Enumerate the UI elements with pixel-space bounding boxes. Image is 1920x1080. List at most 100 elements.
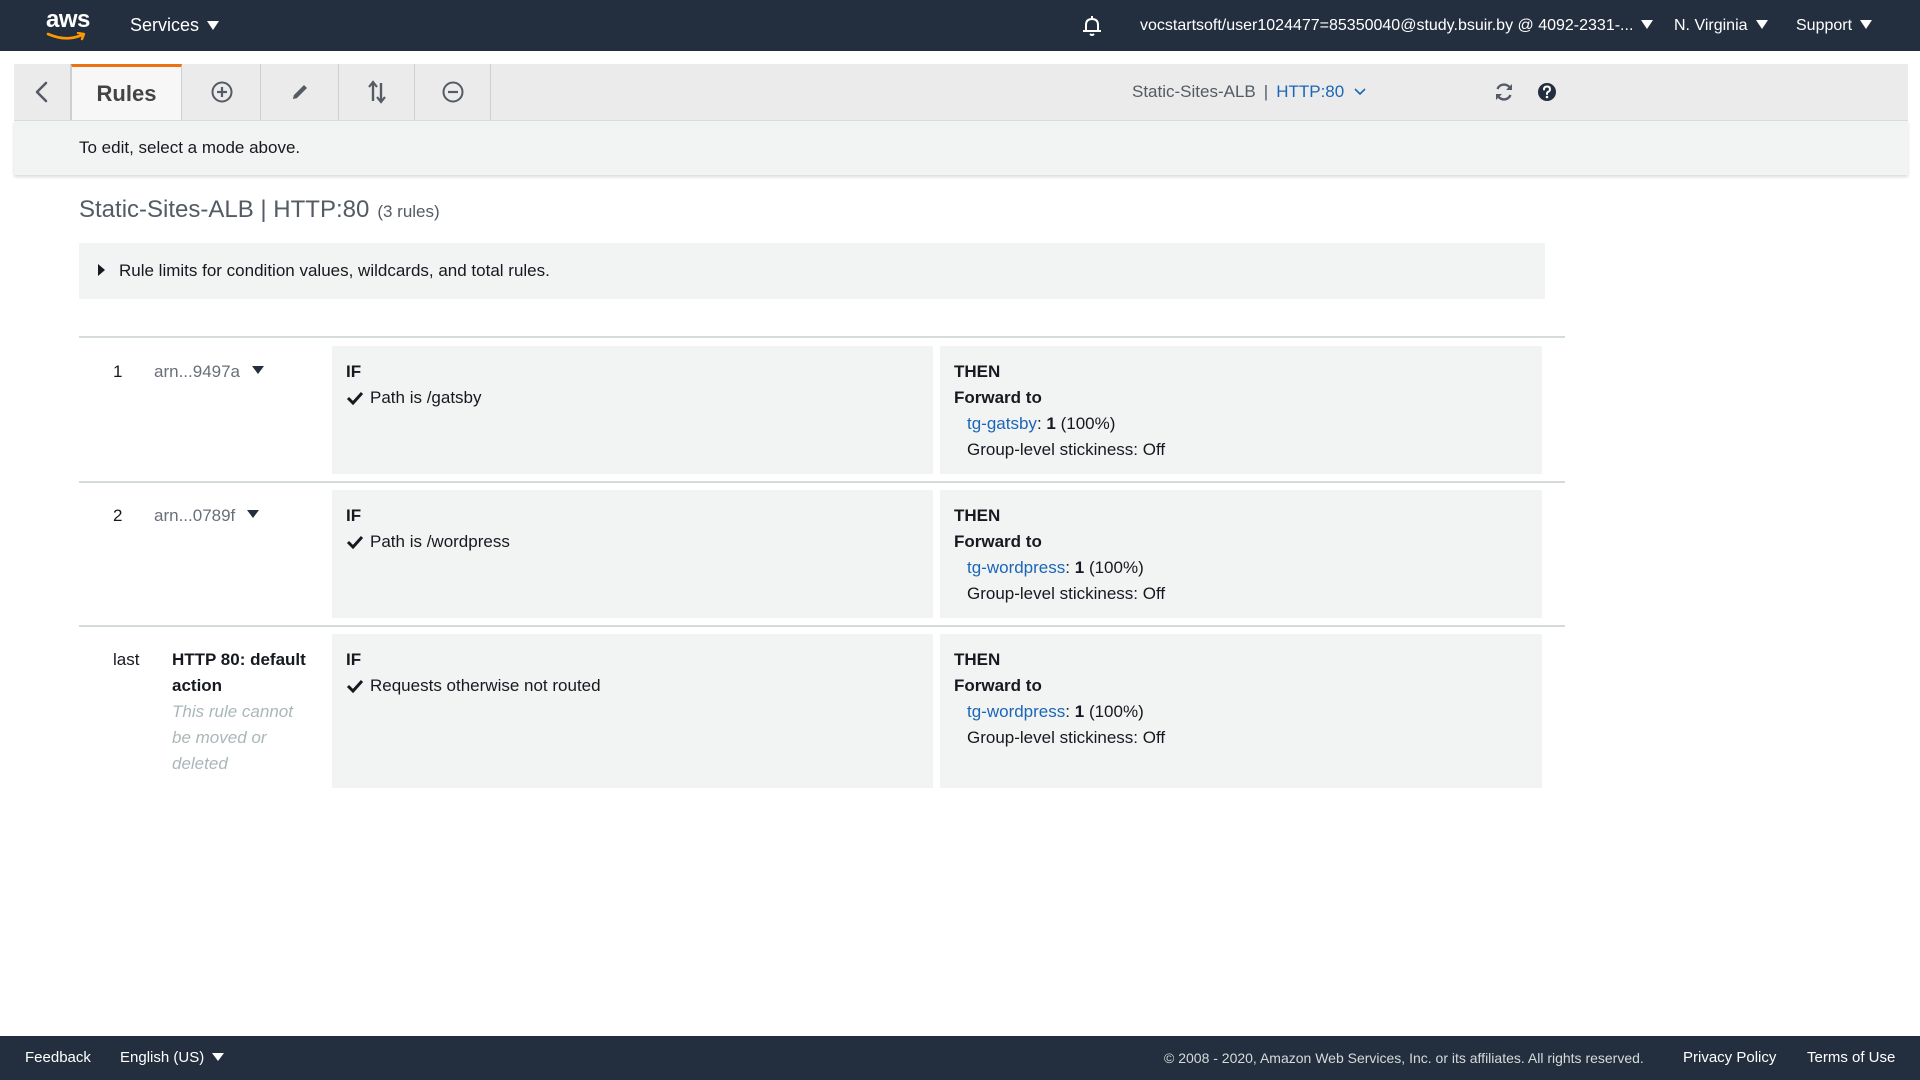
stickiness-status: Group-level stickiness: Off bbox=[967, 728, 1166, 747]
then-label: THEN bbox=[954, 362, 1001, 381]
forward-target: tg-gatsby: 1 (100%) bbox=[967, 414, 1115, 434]
rule-priority: 1 bbox=[113, 362, 123, 381]
pencil-icon bbox=[293, 85, 307, 99]
account-menu[interactable]: vocstartsoft/user1024477=85350040@study.… bbox=[1140, 0, 1654, 51]
help-icon bbox=[1538, 83, 1556, 101]
context-separator: | bbox=[1263, 82, 1269, 101]
remove-circle-icon bbox=[442, 81, 464, 103]
target-percent: (100%) bbox=[1060, 414, 1116, 433]
help-button[interactable] bbox=[1535, 80, 1559, 104]
rule-count: (3 rules) bbox=[377, 202, 440, 221]
page-title-text: Static-Sites-ALB | HTTP:80 bbox=[79, 196, 370, 223]
notifications-button[interactable] bbox=[1080, 0, 1104, 51]
rule-divider bbox=[79, 625, 1565, 627]
target-group-link[interactable]: tg-wordpress bbox=[967, 558, 1065, 577]
caret-down-icon bbox=[1755, 20, 1768, 30]
rule-limits-expander[interactable]: Rule limits for condition values, wildca… bbox=[79, 243, 1545, 299]
caret-down-icon bbox=[252, 365, 265, 374]
rule-actions: THEN Forward to tg-wordpress: 1 (100%) G… bbox=[940, 490, 1542, 618]
reorder-rules-button[interactable] bbox=[340, 64, 415, 120]
aws-logo[interactable]: aws bbox=[46, 6, 90, 42]
target-weight: 1 bbox=[1046, 414, 1056, 433]
weight-separator: : bbox=[1065, 702, 1070, 721]
if-label: IF bbox=[346, 650, 362, 669]
rules-toolbar: Rules Static-Sites-ALB | HTTP:80 bbox=[14, 64, 1908, 121]
action-type: Forward to bbox=[954, 388, 1042, 407]
then-label: THEN bbox=[954, 506, 1001, 525]
copyright-text: © 2008 - 2020, Amazon Web Services, Inc.… bbox=[1164, 1050, 1644, 1066]
page-title: Static-Sites-ALB | HTTP:80 (3 rules) bbox=[79, 196, 440, 224]
rule-arn: arn...9497a bbox=[154, 362, 241, 381]
checkmark-icon bbox=[346, 391, 364, 405]
action-type: Forward to bbox=[954, 676, 1042, 695]
edit-mode-hint: To edit, select a mode above. bbox=[14, 121, 1908, 175]
rule-arn-selector[interactable]: arn...9497a bbox=[154, 362, 265, 382]
stickiness-status: Group-level stickiness: Off bbox=[967, 584, 1166, 603]
rule-limits-label: Rule limits for condition values, wildca… bbox=[119, 261, 550, 280]
delete-rules-button[interactable] bbox=[416, 64, 491, 120]
region-menu[interactable]: N. Virginia bbox=[1674, 0, 1768, 51]
edit-rules-button[interactable] bbox=[262, 64, 339, 120]
rule-conditions: IF Requests otherwise not routed bbox=[332, 634, 933, 788]
weight-separator: : bbox=[1065, 558, 1070, 577]
rule-divider bbox=[79, 336, 1565, 338]
action-type: Forward to bbox=[954, 532, 1042, 551]
terms-of-use-link[interactable]: Terms of Use bbox=[1807, 1036, 1895, 1080]
caret-down-icon bbox=[1860, 20, 1873, 30]
caret-down-icon bbox=[247, 509, 260, 518]
condition-text: Path is /gatsby bbox=[370, 388, 482, 407]
target-group-link[interactable]: tg-gatsby bbox=[967, 414, 1037, 433]
listener-context: Static-Sites-ALB | HTTP:80 bbox=[1132, 64, 1367, 120]
rule-priority: last bbox=[113, 650, 140, 669]
listener-selector[interactable]: HTTP:80 bbox=[1276, 82, 1367, 101]
target-percent: (100%) bbox=[1088, 558, 1144, 577]
condition-text: Requests otherwise not routed bbox=[370, 676, 601, 695]
rule-divider bbox=[79, 481, 1565, 483]
target-weight: 1 bbox=[1074, 558, 1085, 577]
load-balancer-name: Static-Sites-ALB bbox=[1132, 82, 1256, 101]
footer: Feedback English (US) © 2008 - 2020, Ama… bbox=[0, 1036, 1920, 1080]
language-selector[interactable]: English (US) bbox=[120, 1036, 225, 1080]
rule-conditions: IF Path is /gatsby bbox=[332, 346, 933, 474]
support-label: Support bbox=[1796, 17, 1853, 34]
region-label: N. Virginia bbox=[1674, 17, 1748, 34]
add-rule-button[interactable] bbox=[184, 64, 261, 120]
privacy-policy-link[interactable]: Privacy Policy bbox=[1683, 1036, 1776, 1080]
caret-right-icon bbox=[98, 264, 105, 276]
tab-rules[interactable]: Rules bbox=[71, 64, 182, 120]
services-menu[interactable]: Services bbox=[130, 0, 220, 51]
support-menu[interactable]: Support bbox=[1796, 0, 1873, 51]
refresh-icon bbox=[1496, 83, 1512, 101]
rule-condition: Path is /wordpress bbox=[346, 532, 510, 552]
back-button[interactable] bbox=[14, 64, 71, 120]
language-label: English (US) bbox=[120, 1049, 205, 1066]
feedback-link[interactable]: Feedback bbox=[25, 1036, 91, 1080]
reorder-arrows-icon bbox=[368, 80, 386, 104]
bell-icon bbox=[1083, 16, 1101, 36]
rule-condition: Path is /gatsby bbox=[346, 388, 482, 408]
weight-separator: : bbox=[1036, 414, 1042, 433]
top-navigation: aws Services vocstartsoft/user1024477=85… bbox=[0, 0, 1920, 51]
listener-label: HTTP:80 bbox=[1276, 82, 1345, 101]
target-group-link[interactable]: tg-wordpress bbox=[967, 702, 1065, 721]
checkmark-icon bbox=[346, 679, 364, 693]
target-percent: (100%) bbox=[1088, 702, 1144, 721]
rule-arn-selector[interactable]: arn...0789f bbox=[154, 506, 260, 526]
caret-down-icon bbox=[212, 1053, 225, 1062]
checkmark-icon bbox=[346, 535, 364, 549]
target-weight: 1 bbox=[1074, 702, 1085, 721]
default-rule-name: HTTP 80: default action bbox=[172, 650, 306, 695]
caret-down-icon bbox=[1641, 20, 1654, 30]
stickiness-status: Group-level stickiness: Off bbox=[967, 440, 1166, 459]
refresh-button[interactable] bbox=[1492, 80, 1516, 104]
rule-condition: Requests otherwise not routed bbox=[346, 676, 601, 696]
default-rule-note: This rule cannot be moved or deleted bbox=[172, 702, 293, 773]
forward-target: tg-wordpress: 1 (100%) bbox=[967, 702, 1144, 722]
back-chevron-icon bbox=[35, 81, 48, 103]
forward-target: tg-wordpress: 1 (100%) bbox=[967, 558, 1144, 578]
rule-actions: THEN Forward to tg-gatsby: 1 (100%) Grou… bbox=[940, 346, 1542, 474]
rule-actions: THEN Forward to tg-wordpress: 1 (100%) G… bbox=[940, 634, 1542, 788]
condition-text: Path is /wordpress bbox=[370, 532, 510, 551]
rule-priority: 2 bbox=[113, 506, 123, 525]
aws-logo-text: aws bbox=[46, 6, 90, 33]
